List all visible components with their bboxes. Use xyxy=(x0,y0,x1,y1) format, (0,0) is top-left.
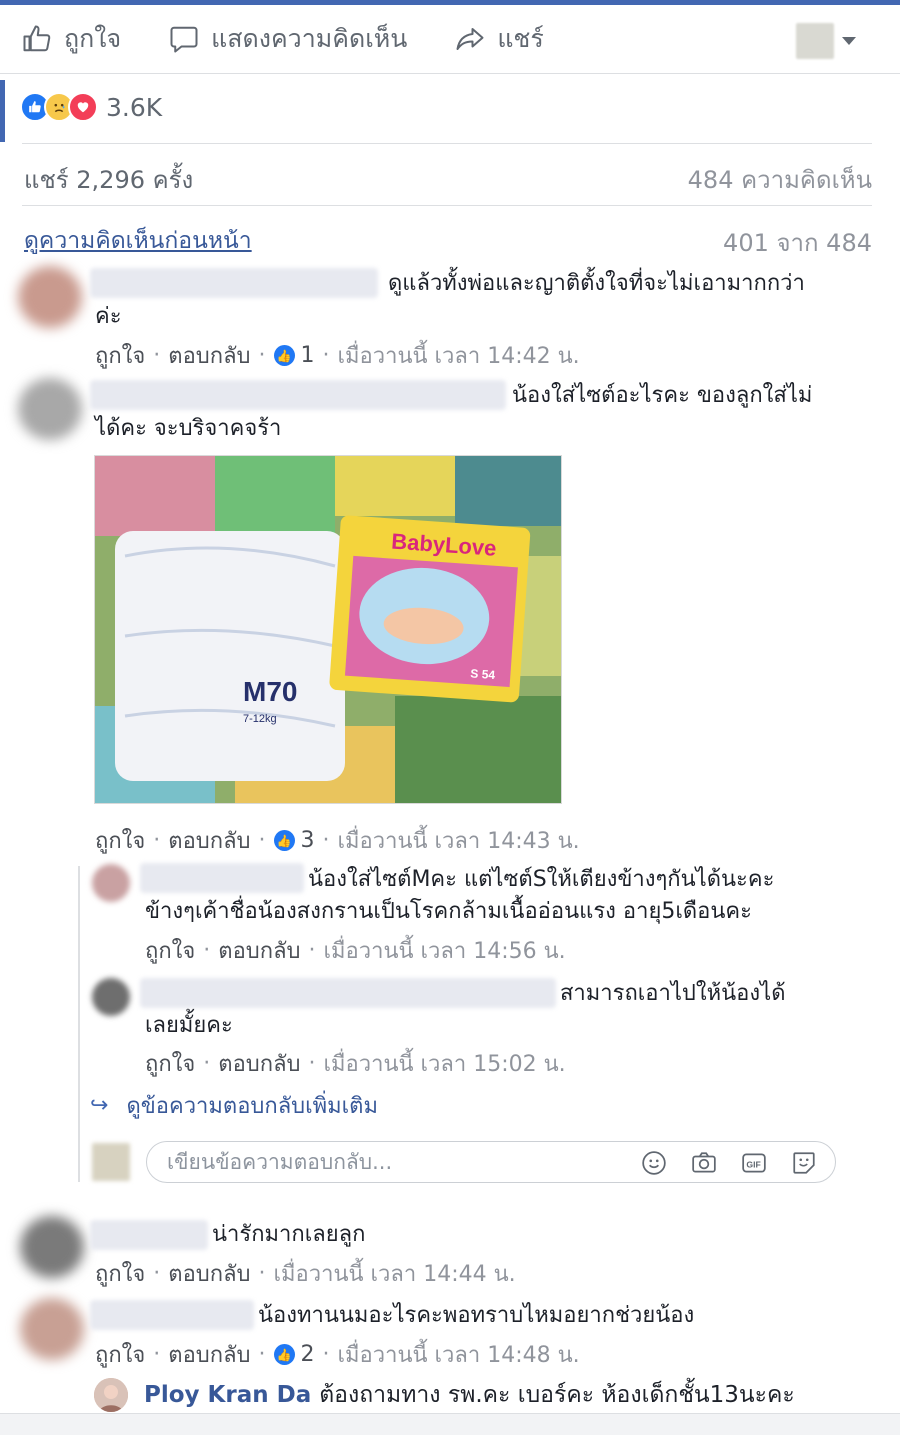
like-link[interactable]: ถูกใจ xyxy=(95,1256,145,1291)
avatar xyxy=(92,1143,130,1181)
reply-placeholder: เขียนข้อความตอบกลับ... xyxy=(167,1149,393,1174)
page-selector[interactable] xyxy=(796,23,856,59)
reply-text: เลยมั้ยคะ xyxy=(145,1013,233,1038)
gif-icon[interactable]: GIF xyxy=(739,1148,769,1178)
avatar[interactable] xyxy=(92,978,130,1016)
reply-link[interactable]: ตอบกลับ xyxy=(168,1337,250,1372)
comment-photo[interactable]: M70 7-12kg BabyLove S 54 xyxy=(94,455,562,804)
like-reaction-icon: 👍 xyxy=(273,345,295,366)
comment-label: แสดงความคิดเห็น xyxy=(211,24,408,53)
reply-thread-line xyxy=(78,866,80,1182)
love-reaction-icon xyxy=(68,92,98,122)
like-link[interactable]: ถูกใจ xyxy=(95,823,145,858)
avatar[interactable] xyxy=(18,378,82,440)
reply-link[interactable]: ตอบกลับ xyxy=(168,1256,250,1291)
like-label: ถูกใจ xyxy=(64,24,122,53)
comment-text: น่ารักมากเลยลูก xyxy=(212,1222,366,1247)
timestamp[interactable]: เมื่อวานนี้ เวลา 14:48 น. xyxy=(338,1337,580,1372)
like-link[interactable]: ถูกใจ xyxy=(145,933,195,968)
reaction-badge[interactable]: 👍 2 xyxy=(273,1342,315,1367)
reply-input[interactable]: เขียนข้อความตอบกลับ... GIF xyxy=(146,1141,836,1183)
commenter-name[interactable] xyxy=(90,1220,208,1250)
like-reaction-icon: 👍 xyxy=(273,830,295,851)
comment-bubble-icon xyxy=(167,22,201,56)
bottom-divider xyxy=(0,1413,900,1435)
comment-pager-count: 401 จาก 484 xyxy=(723,229,872,257)
reply-with-name: Ploy Kran Da ต้องถามทาง รพ.คะ เบอร์คะ ห้อ… xyxy=(144,1377,795,1413)
share-button[interactable]: แชร์ xyxy=(453,19,544,59)
reply-text: สามารถเอาไปให้น้องได้ xyxy=(560,981,786,1006)
reply-link[interactable]: ตอบกลับ xyxy=(218,1046,300,1081)
page-avatar xyxy=(796,23,834,59)
comment-meta: ถูกใจ · ตอบกลับ · 👍 1 · เมื่อวานนี้ เวลา 14:… xyxy=(95,338,580,373)
reaction-count: 3.6K xyxy=(106,92,163,122)
post-action-bar: ถูกใจ แสดงความคิดเห็น แชร์ xyxy=(0,5,900,74)
commenter-name[interactable] xyxy=(90,380,506,410)
comment-text: ได้คะ จะบริจาคจร้า xyxy=(95,416,282,441)
timestamp[interactable]: เมื่อวานนี้ เวลา 14:43 น. xyxy=(338,823,580,858)
comment-text: ดูแล้วทั้งพ่อและญาติตั้งใจที่จะไม่เอามาก… xyxy=(388,271,805,296)
reply-text: ต้องถามทาง รพ.คะ เบอร์คะ ห้องเด็กชั้น13น… xyxy=(319,1382,795,1408)
view-more-replies-label: ดูข้อความตอบกลับเพิ่มเติม xyxy=(126,1094,378,1119)
comment-meta: ถูกใจ · ตอบกลับ · เมื่อวานนี้ เวลา 14:44 น… xyxy=(95,1256,516,1291)
timestamp[interactable]: เมื่อวานนี้ เวลา 14:42 น. xyxy=(338,338,580,373)
like-link[interactable]: ถูกใจ xyxy=(95,338,145,373)
like-button[interactable]: ถูกใจ xyxy=(20,19,121,59)
divider xyxy=(22,205,872,206)
reply-link[interactable]: ตอบกลับ xyxy=(168,338,250,373)
reply-link[interactable]: ตอบกลับ xyxy=(218,933,300,968)
share-arrow-icon xyxy=(453,22,487,56)
share-count[interactable]: แชร์ 2,296 ครั้ง xyxy=(24,160,193,199)
comment-text: ค่ะ xyxy=(95,304,122,329)
like-link[interactable]: ถูกใจ xyxy=(95,1337,145,1372)
timestamp[interactable]: เมื่อวานนี้ เวลา 14:44 น. xyxy=(274,1256,516,1291)
view-more-replies-link[interactable]: ↪ ดูข้อความตอบกลับเพิ่มเติม xyxy=(90,1088,378,1123)
comment-text: น้องใส่ไซต์อะไรคะ ของลูกใส่ไม่ xyxy=(512,383,813,408)
commenter-name[interactable]: Ploy Kran Da xyxy=(144,1382,311,1408)
comment-text: น้องทานนมอะไรคะพอทราบไหมอยากช่วยน้อง xyxy=(258,1303,695,1328)
reply-arrow-icon: ↪ xyxy=(90,1093,109,1118)
reply-text: ข้างๆเค้าชื่อน้องสงกรานเป็นโรคกล้ามเนื้อ… xyxy=(145,899,752,924)
view-previous-comments-link[interactable]: ดูความคิดเห็นก่อนหน้า xyxy=(24,223,252,259)
avatar[interactable] xyxy=(20,1216,84,1278)
reply-link[interactable]: ตอบกลับ xyxy=(168,823,250,858)
timestamp[interactable]: เมื่อวานนี้ เวลา 14:56 น. xyxy=(324,933,566,968)
photo-size-text: M70 xyxy=(243,676,297,707)
reaction-badge[interactable]: 👍 3 xyxy=(273,828,315,853)
commenter-name[interactable] xyxy=(90,1300,254,1330)
photo-size-sub: 7-12kg xyxy=(243,713,277,725)
like-link[interactable]: ถูกใจ xyxy=(145,1046,195,1081)
commenter-name[interactable] xyxy=(140,863,304,893)
reply-composer: เขียนข้อความตอบกลับ... GIF xyxy=(92,1141,836,1183)
share-label: แชร์ xyxy=(497,24,544,53)
comment-count[interactable]: 484 ความคิดเห็น xyxy=(688,160,872,199)
comment-button[interactable]: แสดงความคิดเห็น xyxy=(167,19,407,59)
sticker-icon[interactable] xyxy=(789,1148,819,1178)
reaction-badge[interactable]: 👍 1 xyxy=(273,343,315,368)
thumbs-up-icon xyxy=(20,22,54,56)
divider xyxy=(22,143,872,144)
camera-icon[interactable] xyxy=(689,1148,719,1178)
reply-meta: ถูกใจ · ตอบกลับ · เมื่อวานนี้ เวลา 14:56 น… xyxy=(145,933,566,968)
photo-pack-size: S 54 xyxy=(470,666,496,682)
avatar[interactable] xyxy=(20,1298,84,1360)
comment-meta: ถูกใจ · ตอบกลับ · 👍 2 · เมื่อวานนี้ เวลา 14:… xyxy=(95,1337,580,1372)
avatar[interactable] xyxy=(18,266,82,328)
caret-down-icon xyxy=(842,37,856,45)
commenter-name[interactable] xyxy=(90,268,378,298)
avatar[interactable] xyxy=(94,1378,128,1412)
commenter-name[interactable] xyxy=(140,978,556,1008)
avatar[interactable] xyxy=(92,864,130,902)
reply-meta: ถูกใจ · ตอบกลับ · เมื่อวานนี้ เวลา 15:02 น… xyxy=(145,1046,566,1081)
timestamp[interactable]: เมื่อวานนี้ เวลา 15:02 น. xyxy=(324,1046,566,1081)
like-reaction-icon: 👍 xyxy=(273,1344,295,1365)
emoji-icon[interactable] xyxy=(639,1148,669,1178)
svg-text:GIF: GIF xyxy=(746,1159,760,1169)
reply-text: น้องใส่ไซต์Mคะ แต่ไซต์Sให้เตียงข้างๆกันไ… xyxy=(308,867,775,892)
reaction-summary[interactable]: 3.6K xyxy=(20,92,162,122)
comment-meta: ถูกใจ · ตอบกลับ · 👍 3 · เมื่อวานนี้ เวลา 14:… xyxy=(95,823,580,858)
left-accent-bar xyxy=(0,80,5,142)
